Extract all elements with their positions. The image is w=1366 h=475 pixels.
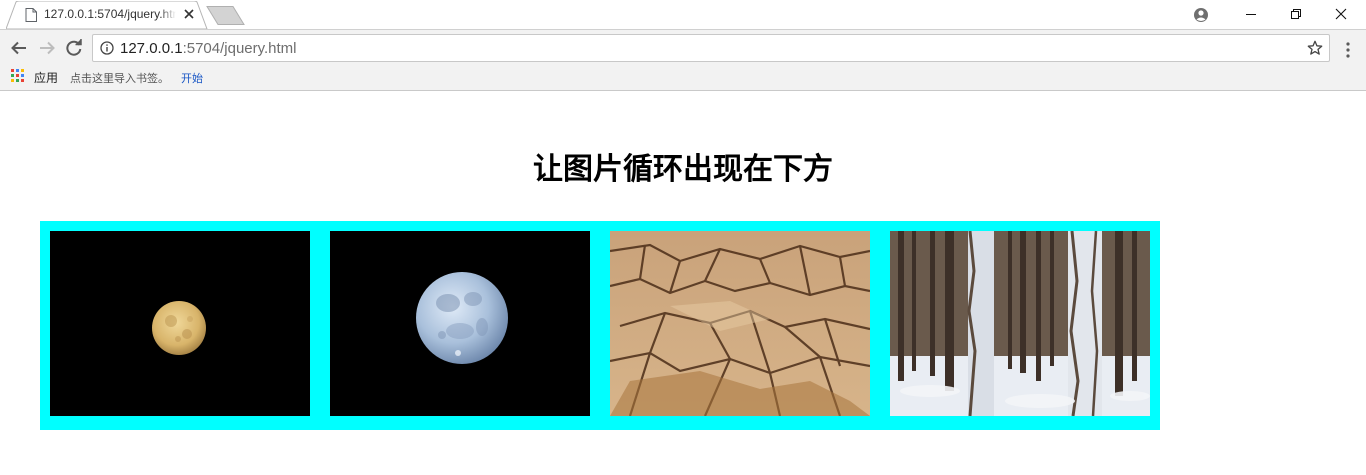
image-golden-moon [50, 231, 310, 416]
close-tab-icon[interactable] [182, 7, 196, 21]
apps-bookmark[interactable]: 应用 [34, 69, 58, 86]
profile-icon[interactable] [1190, 4, 1212, 26]
cracked-earth-image [610, 231, 870, 416]
address-bar[interactable]: 127.0.0.1:5704/jquery.html [92, 34, 1330, 62]
page-icon [25, 8, 37, 22]
minimize-icon [1246, 14, 1256, 15]
bookmarks-bar: 应用 点击这里导入书签。 开始 [0, 66, 1366, 91]
bookmark-star-icon[interactable] [1307, 40, 1323, 56]
import-bookmarks-text: 点击这里导入书签。 [70, 72, 169, 85]
image-snowy-forest [890, 231, 1150, 416]
new-tab-button[interactable] [206, 6, 246, 25]
forward-icon[interactable] [36, 37, 58, 59]
image-cracked-earth [610, 231, 870, 416]
restore-icon [1291, 9, 1301, 19]
site-info-icon[interactable] [100, 41, 114, 55]
restore-button[interactable] [1273, 0, 1319, 28]
close-icon [1335, 8, 1347, 20]
start-link[interactable]: 开始 [181, 70, 203, 86]
browser-toolbar: 127.0.0.1:5704/jquery.html [0, 29, 1366, 66]
image-carousel [40, 221, 1160, 430]
snowy-forest-image [890, 231, 1150, 416]
image-blue-moon [330, 231, 590, 416]
browser-tab[interactable]: 127.0.0.1:5704/jquery.html [6, 1, 210, 29]
apps-grid-icon[interactable] [11, 69, 25, 83]
address-host: 127.0.0.1 [120, 40, 183, 57]
back-icon[interactable] [8, 37, 30, 59]
reload-icon[interactable] [63, 37, 85, 59]
golden-moon-image [50, 231, 310, 416]
page-title: 让图片循环出现在下方 [533, 152, 833, 187]
address-path: :5704/jquery.html [182, 40, 297, 57]
minimize-button[interactable] [1228, 0, 1274, 28]
page-content: 让图片循环出现在下方 [0, 92, 1366, 475]
close-window-button[interactable] [1318, 0, 1364, 28]
address-url: 127.0.0.1:5704/jquery.html [120, 40, 297, 57]
blue-moon-image [330, 231, 590, 416]
tab-title: 127.0.0.1:5704/jquery.html [44, 7, 176, 23]
menu-icon[interactable] [1338, 40, 1358, 60]
